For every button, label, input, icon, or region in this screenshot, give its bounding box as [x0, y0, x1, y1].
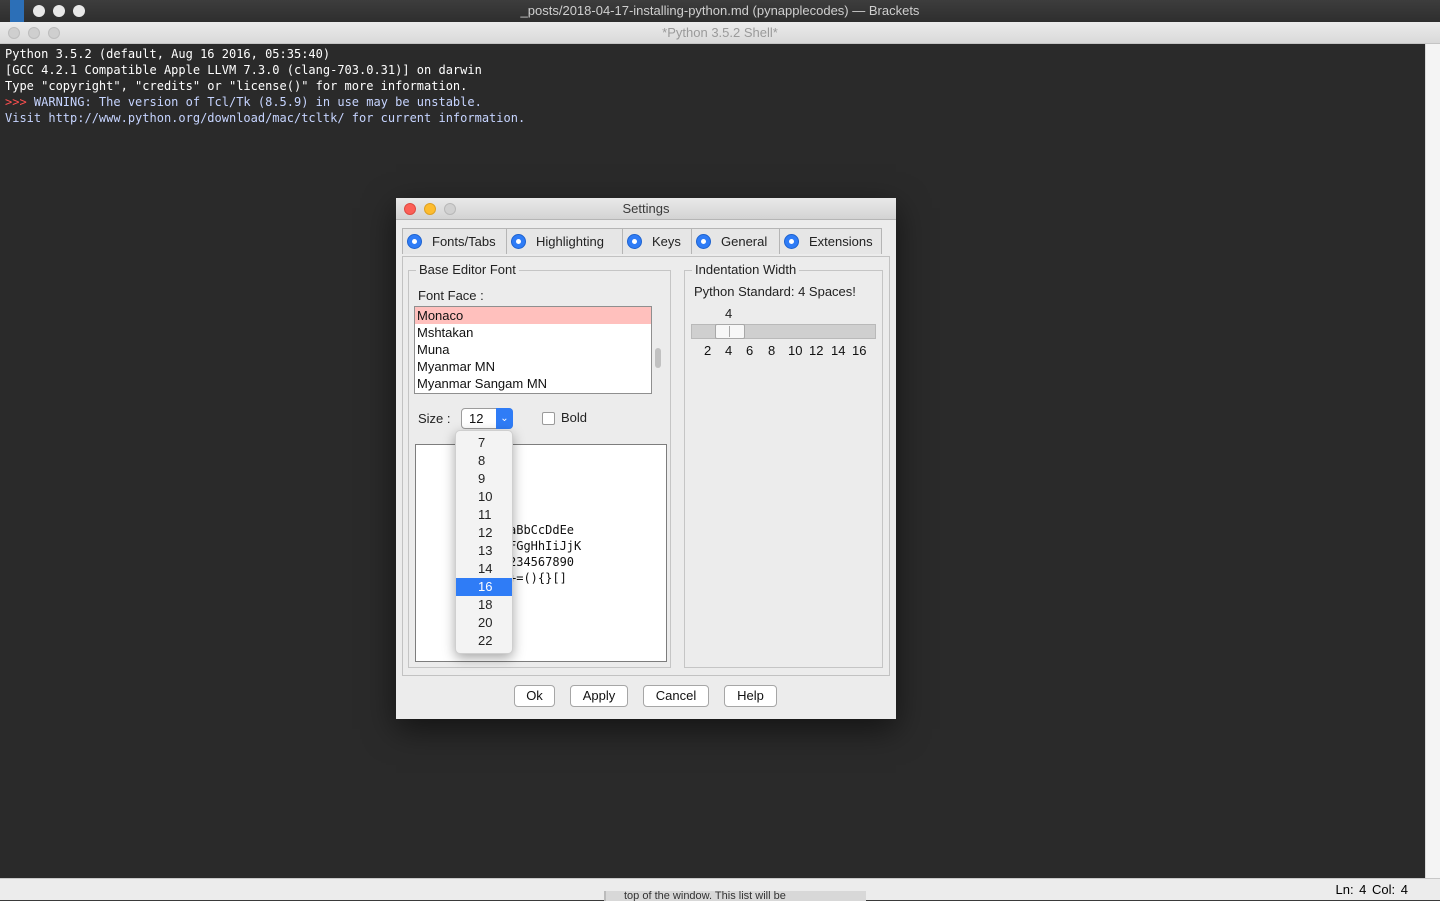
radio-icon — [407, 234, 422, 249]
tab-fonts-tabs[interactable]: Fonts/Tabs — [402, 228, 507, 254]
slider-tick: 14 — [831, 343, 846, 358]
radio-icon — [627, 234, 642, 249]
font-size-popup: 7 8 9 10 11 12 13 14 16 18 20 22 — [455, 430, 513, 654]
shell-line: Type "copyright", "credits" or "license(… — [5, 79, 468, 93]
slider-tick: 16 — [852, 343, 867, 358]
radio-icon — [784, 234, 799, 249]
shell-visit-line: Visit http://www.python.org/download/mac… — [5, 111, 526, 125]
size-option[interactable]: 13 — [456, 542, 512, 560]
help-button[interactable]: Help — [724, 685, 777, 707]
font-list-scrollbar[interactable] — [655, 348, 661, 368]
tab-label: Extensions — [809, 234, 873, 249]
tab-highlighting[interactable]: Highlighting — [506, 228, 623, 254]
slider-tick: 10 — [788, 343, 803, 358]
slider-tick: 2 — [704, 343, 712, 358]
font-list-item[interactable]: Monaco — [415, 307, 651, 324]
shell-scrollbar[interactable] — [1425, 44, 1440, 878]
cancel-button[interactable]: Cancel — [643, 685, 709, 707]
indent-slider-thumb[interactable] — [715, 324, 745, 339]
ok-button[interactable]: Ok — [514, 685, 555, 707]
shell-prompt: >>> — [5, 95, 34, 109]
indent-slider-value: 4 — [725, 306, 733, 321]
status-bar: top of the window. This list will be Ln:… — [0, 878, 1440, 901]
brackets-close-button[interactable] — [33, 5, 45, 17]
radio-icon — [511, 234, 526, 249]
tab-keys[interactable]: Keys — [622, 228, 692, 254]
font-list-item[interactable]: Myanmar MN — [415, 358, 651, 375]
shell-line: [GCC 4.2.1 Compatible Apple LLVM 7.3.0 (… — [5, 63, 482, 77]
font-list-item[interactable]: Myanmar Sangam MN — [415, 375, 651, 392]
shell-warning-line: >>> WARNING: The version of Tcl/Tk (8.5.… — [5, 94, 1420, 110]
shell-close-button[interactable] — [8, 27, 20, 39]
size-option[interactable]: 9 — [456, 470, 512, 488]
size-option[interactable]: 20 — [456, 614, 512, 632]
brackets-zoom-button[interactable] — [73, 5, 85, 17]
shell-title-bar: *Python 3.5.2 Shell* — [0, 22, 1440, 44]
settings-title-bar: Settings — [396, 198, 896, 220]
font-size-value: 12 — [469, 411, 484, 426]
font-sample-text: aBbCcDdEe FGgHhIiJjK 234567890 +=(){}[] — [509, 522, 581, 586]
settings-title: Settings — [622, 201, 670, 216]
brackets-minimize-button[interactable] — [53, 5, 65, 17]
font-list-item[interactable]: Muna — [415, 341, 651, 358]
shell-warning-text: WARNING: The version of Tcl/Tk (8.5.9) i… — [33, 95, 482, 109]
size-option[interactable]: 7 — [456, 434, 512, 452]
group-label: Indentation Width — [692, 262, 800, 277]
shell-zoom-button[interactable] — [48, 27, 60, 39]
size-option[interactable]: 14 — [456, 560, 512, 578]
slider-tick: 6 — [746, 343, 754, 358]
font-face-list[interactable]: Monaco Mshtakan Muna Myanmar MN Myanmar … — [414, 306, 652, 394]
settings-zoom-button[interactable] — [444, 203, 456, 215]
sample-line: +=(){}[] — [509, 571, 567, 585]
tab-label: Keys — [652, 234, 681, 249]
brackets-window-title: _posts/2018-04-17-installing-python.md (… — [520, 3, 920, 18]
bold-label: Bold — [561, 410, 588, 425]
sample-line: FGgHhIiJjK — [509, 539, 582, 553]
chevron-down-icon[interactable]: ⌄ — [496, 408, 513, 429]
tab-label: Highlighting — [536, 234, 604, 249]
sample-line: 234567890 — [509, 555, 575, 569]
indent-standard-text: Python Standard: 4 Spaces! — [694, 284, 856, 299]
tab-label: Fonts/Tabs — [432, 234, 496, 249]
font-sample-box: aBbCcDdEe FGgHhIiJjK 234567890 +=(){}[] — [415, 444, 667, 662]
slider-tick: 4 — [725, 343, 733, 358]
shell-line: Python 3.5.2 (default, Aug 16 2016, 05:3… — [5, 47, 331, 61]
slider-tick: 8 — [768, 343, 776, 358]
tab-extensions[interactable]: Extensions — [779, 228, 882, 254]
font-list-item[interactable]: Mshtakan — [415, 324, 651, 341]
sample-line: aBbCcDdEe — [509, 523, 575, 537]
group-label: Base Editor Font — [416, 262, 519, 277]
shell-minimize-button[interactable] — [28, 27, 40, 39]
settings-close-button[interactable] — [404, 203, 416, 215]
settings-tabs: Fonts/Tabs Highlighting Keys General Ext… — [402, 228, 882, 256]
size-option[interactable]: 18 — [456, 596, 512, 614]
tab-label: General — [721, 234, 768, 249]
brackets-window-edge — [10, 0, 24, 22]
slider-tick: 12 — [809, 343, 824, 358]
size-option[interactable]: 11 — [456, 506, 512, 524]
tab-general[interactable]: General — [691, 228, 780, 254]
font-size-select[interactable]: 12 ⌄ — [461, 408, 513, 429]
apply-button[interactable]: Apply — [570, 685, 628, 707]
brackets-title-bar: _posts/2018-04-17-installing-python.md (… — [0, 0, 1440, 22]
size-option[interactable]: 10 — [456, 488, 512, 506]
radio-icon — [696, 234, 711, 249]
cursor-position: Ln: 4 Col: 4 — [1335, 882, 1409, 897]
size-label: Size : — [418, 411, 451, 426]
bold-checkbox[interactable] — [542, 412, 555, 425]
size-option[interactable]: 22 — [456, 632, 512, 650]
size-option[interactable]: 12 — [456, 524, 512, 542]
font-face-label: Font Face : — [418, 288, 484, 303]
settings-minimize-button[interactable] — [424, 203, 436, 215]
shell-window-title: *Python 3.5.2 Shell* — [662, 25, 778, 40]
size-option-selected[interactable]: 16 — [456, 578, 512, 596]
size-option[interactable]: 8 — [456, 452, 512, 470]
